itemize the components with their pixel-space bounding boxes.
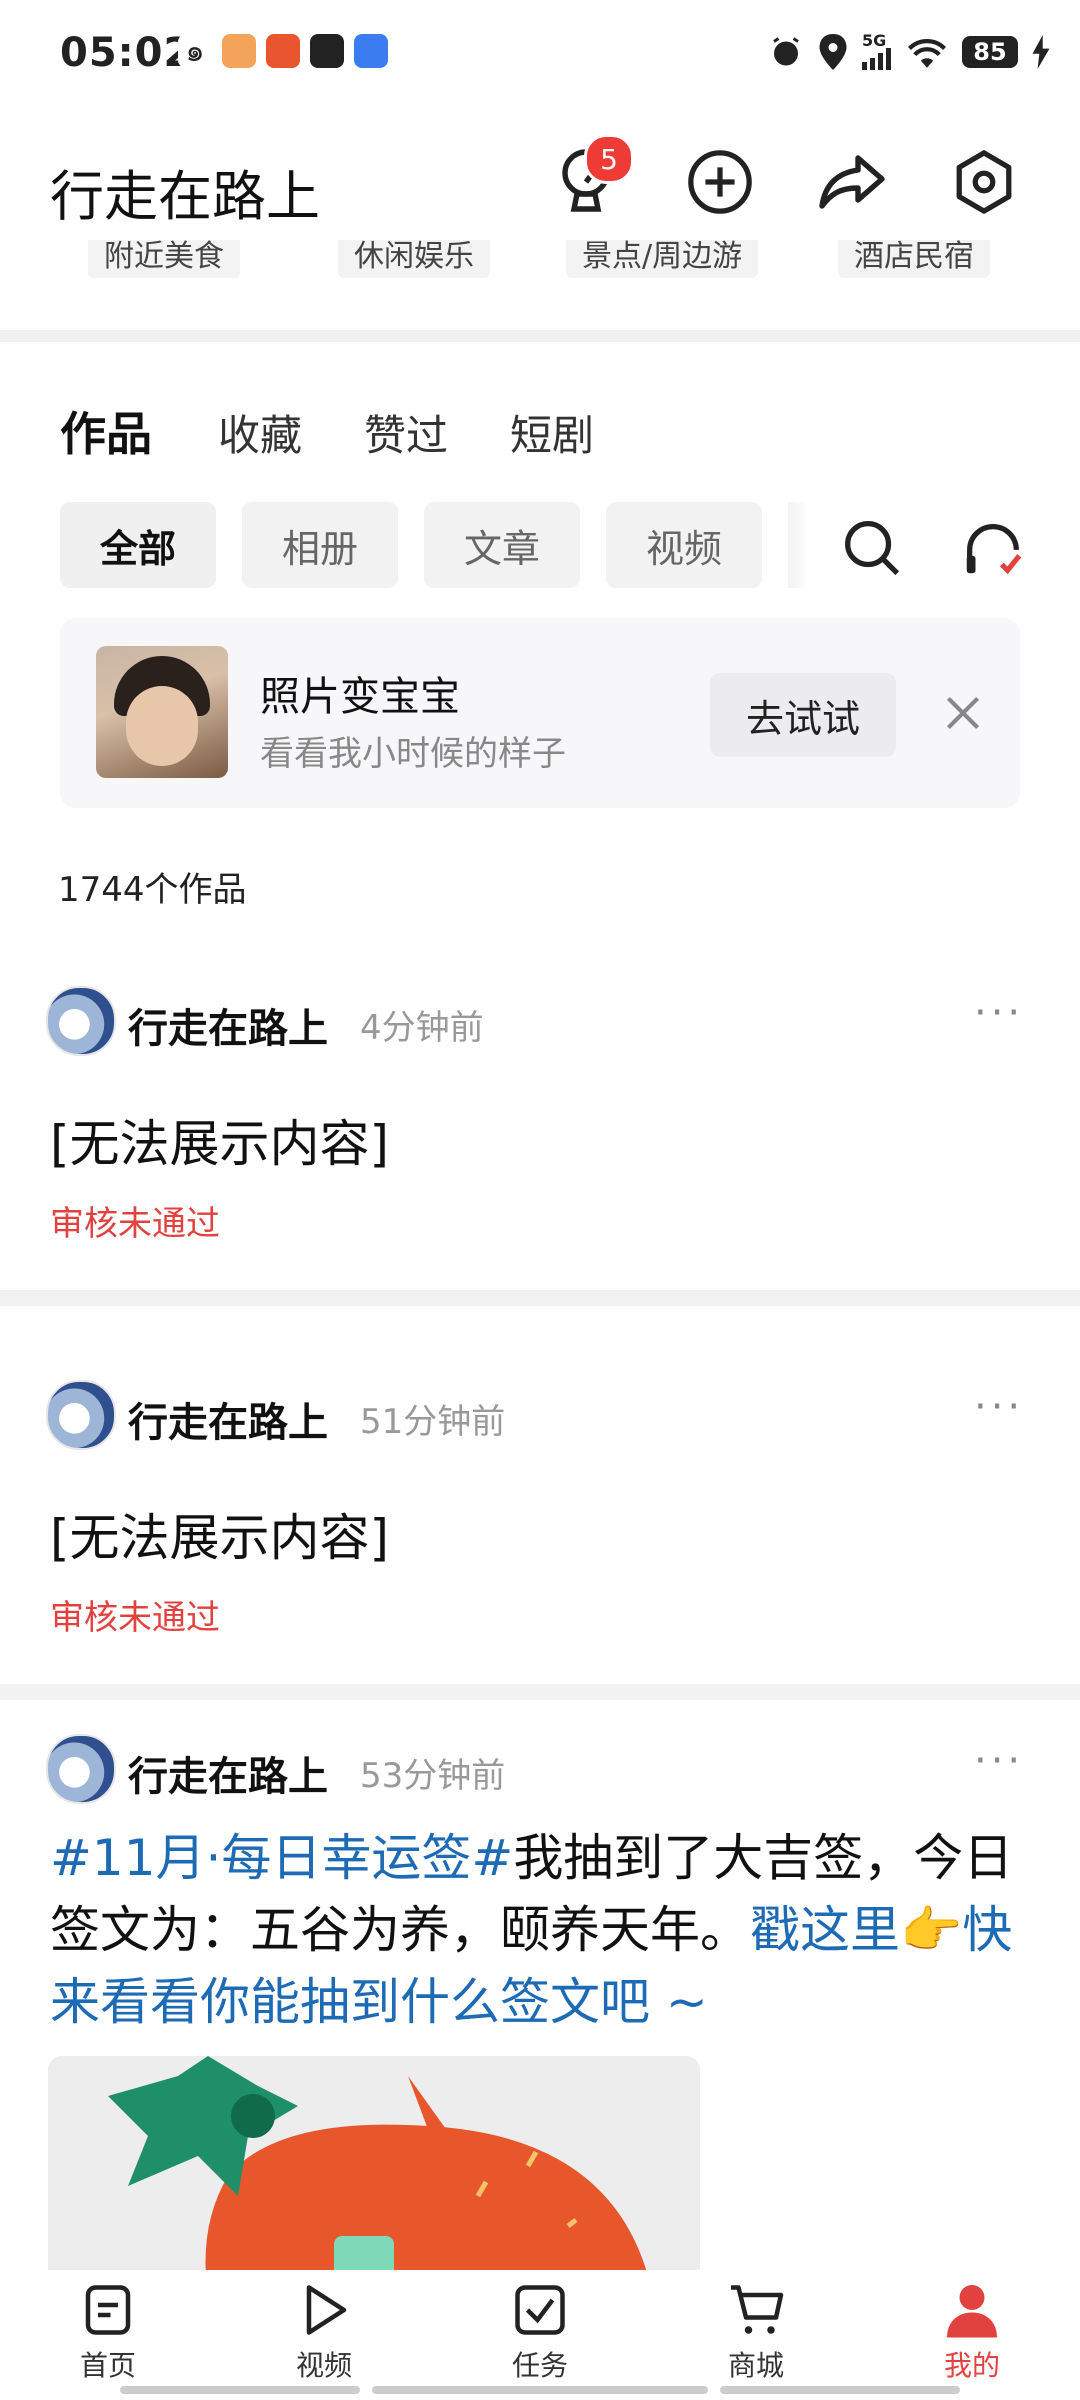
nav-mall[interactable]: 商城 bbox=[686, 2280, 826, 2384]
post-content: [无法展示内容] bbox=[50, 1509, 390, 1567]
app-notification-icon bbox=[222, 34, 256, 68]
divider bbox=[0, 330, 1080, 342]
headphones-icon bbox=[966, 524, 1022, 575]
divider bbox=[0, 1684, 1080, 1700]
location-icon bbox=[819, 34, 847, 70]
filter-album[interactable]: 相册 bbox=[242, 502, 398, 588]
tomato-illustration bbox=[48, 2056, 700, 2296]
chip-fade bbox=[788, 502, 808, 588]
promo-card: 照片变宝宝 看看我小时候的样子 去试试 bbox=[60, 618, 1020, 808]
try-button[interactable]: 去试试 bbox=[710, 673, 896, 757]
network-type: 5G bbox=[862, 31, 887, 50]
avatar[interactable] bbox=[46, 986, 116, 1056]
scroll-indicator bbox=[372, 2386, 708, 2394]
post-content: [无法展示内容] bbox=[50, 1115, 390, 1173]
more-options-icon[interactable]: ··· bbox=[974, 990, 1024, 1036]
add-button[interactable] bbox=[680, 142, 760, 222]
promo-title: 照片变宝宝 bbox=[260, 674, 460, 720]
post-author[interactable]: 行走在路上 bbox=[128, 1390, 328, 1448]
tab-favorites[interactable]: 收藏 bbox=[218, 402, 302, 463]
post-time: 51分钟前 bbox=[360, 1402, 506, 1442]
app-notification-icon bbox=[310, 34, 344, 68]
nav-label: 任务 bbox=[511, 2349, 568, 2382]
nav-label: 首页 bbox=[79, 2349, 136, 2382]
post-author[interactable]: 行走在路上 bbox=[128, 996, 328, 1054]
more-options-icon[interactable]: ··· bbox=[974, 1738, 1024, 1784]
divider bbox=[0, 1290, 1080, 1306]
status-time: 05:02 bbox=[60, 30, 193, 76]
settings-button[interactable] bbox=[944, 142, 1024, 222]
review-status: 审核未通过 bbox=[50, 1598, 220, 1638]
post-time: 53分钟前 bbox=[360, 1756, 506, 1796]
page-title: 行走在路上 bbox=[50, 165, 320, 228]
category-strip: 附近美食 休闲娱乐 景点/周边游 酒店民宿 bbox=[0, 240, 1080, 282]
user-icon bbox=[947, 2285, 997, 2338]
nav-me[interactable]: 我的 bbox=[902, 2280, 1042, 2384]
nav-label: 我的 bbox=[943, 2349, 1000, 2382]
nav-label: 商城 bbox=[727, 2349, 784, 2382]
listen-button[interactable] bbox=[958, 512, 1028, 582]
plus-circle-icon bbox=[688, 150, 752, 214]
close-icon bbox=[946, 696, 980, 730]
tab-short-drama[interactable]: 短剧 bbox=[510, 402, 594, 463]
home-icon bbox=[85, 2285, 131, 2335]
nav-tasks[interactable]: 任务 bbox=[470, 2280, 610, 2384]
nav-label: 视频 bbox=[295, 2349, 352, 2382]
wifi-icon bbox=[908, 39, 946, 68]
post-time: 4分钟前 bbox=[360, 1008, 484, 1048]
app-notification-icon bbox=[354, 34, 388, 68]
post-image[interactable] bbox=[48, 2056, 700, 2296]
promo-baby-photo bbox=[96, 646, 228, 778]
works-count: 1744个作品 bbox=[58, 870, 247, 910]
category-item[interactable]: 酒店民宿 bbox=[838, 240, 990, 278]
hashtag-link[interactable]: #11月·每日幸运签# bbox=[50, 1829, 513, 1887]
promo-subtitle: 看看我小时候的样子 bbox=[260, 734, 566, 774]
review-status: 审核未通过 bbox=[50, 1204, 220, 1244]
share-icon bbox=[819, 155, 885, 209]
play-icon bbox=[306, 2285, 347, 2335]
share-button[interactable] bbox=[812, 142, 892, 222]
post-text: #11月·每日幸运签#我抽到了大吉签，今日签文为：五谷为养，颐养天年。戳这里👉快… bbox=[50, 1822, 1040, 2038]
close-button[interactable] bbox=[938, 688, 988, 738]
bottom-nav: 首页 视频 任务 商城 我的 bbox=[0, 2270, 1080, 2400]
signal-icon: 5G bbox=[862, 31, 892, 70]
nav-video[interactable]: 视频 bbox=[254, 2280, 394, 2384]
scroll-indicator bbox=[720, 2386, 960, 2394]
nav-home[interactable]: 首页 bbox=[38, 2280, 178, 2384]
category-item[interactable]: 附近美食 bbox=[88, 240, 240, 278]
visitor-button[interactable]: 5 bbox=[546, 134, 634, 222]
filter-video[interactable]: 视频 bbox=[606, 502, 762, 588]
category-item[interactable]: 景点/周边游 bbox=[566, 240, 759, 278]
category-item[interactable]: 休闲娱乐 bbox=[338, 240, 490, 278]
gear-icon bbox=[956, 150, 1012, 214]
avatar[interactable] bbox=[46, 1380, 116, 1450]
status-app-icons: ๑ bbox=[178, 34, 388, 69]
cart-icon bbox=[731, 2285, 784, 2334]
more-options-icon[interactable]: ··· bbox=[974, 1384, 1024, 1430]
alarm-icon bbox=[773, 37, 799, 66]
status-right: 5G 85 bbox=[768, 31, 1050, 70]
search-icon bbox=[845, 521, 900, 576]
avatar[interactable] bbox=[46, 1734, 116, 1804]
charging-icon bbox=[1032, 35, 1050, 69]
app-notification-icon bbox=[266, 34, 300, 68]
search-button[interactable] bbox=[836, 512, 906, 582]
tab-liked[interactable]: 赞过 bbox=[364, 402, 448, 463]
post-author[interactable]: 行走在路上 bbox=[128, 1744, 328, 1802]
filter-all[interactable]: 全部 bbox=[60, 502, 216, 588]
battery-indicator: 85 bbox=[962, 36, 1018, 68]
weibo-icon: ๑ bbox=[178, 34, 212, 69]
status-bar: 05:02 ๑ 5G 85 bbox=[0, 0, 1080, 110]
filter-article[interactable]: 文章 bbox=[424, 502, 580, 588]
notification-badge: 5 bbox=[584, 134, 634, 184]
scroll-indicator bbox=[120, 2386, 360, 2394]
checkbox-icon bbox=[515, 2285, 565, 2335]
tab-works[interactable]: 作品 bbox=[60, 398, 152, 464]
